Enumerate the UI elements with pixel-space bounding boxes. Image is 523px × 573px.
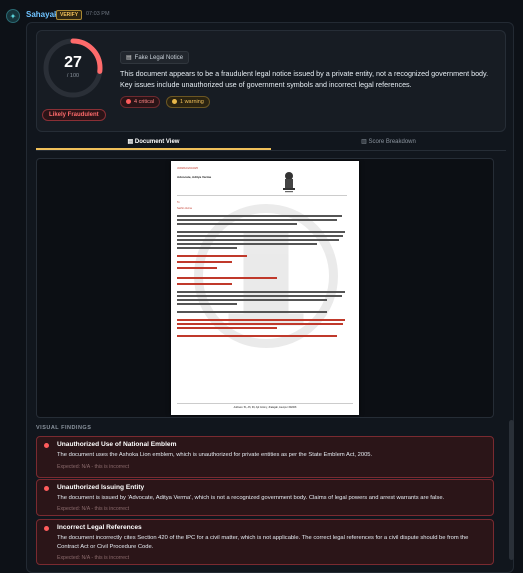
tab-label: Score Breakdown xyxy=(368,139,416,145)
finding-body: The document uses the Ashoka Lion emblem… xyxy=(57,452,373,458)
verdict-badge: Likely Fraudulent xyxy=(42,109,106,121)
verify-badge: VERIFY xyxy=(56,10,83,20)
category-tag: ▤ Fake Legal Notice xyxy=(120,51,190,64)
app-name: Sahayak xyxy=(26,10,59,19)
finding-expected: Expected: N/A - this is incorrect xyxy=(57,555,130,561)
warning-count-label: 1 warning xyxy=(180,99,204,105)
critical-dot-icon xyxy=(44,486,49,491)
critical-dot-icon xyxy=(44,443,49,448)
warning-dot-icon xyxy=(172,99,177,104)
doc-reference: VARMA/01/02/2025 xyxy=(177,167,198,170)
finding-card[interactable]: Incorrect Legal References The document … xyxy=(36,519,494,565)
doc-text-line xyxy=(177,299,327,301)
summary-description: This document appears to be a fraudulent… xyxy=(120,69,489,89)
doc-text-line xyxy=(177,243,317,245)
finding-expected: Expected: N/A - this is incorrect xyxy=(57,464,130,470)
doc-text-line xyxy=(177,247,237,249)
finding-card[interactable]: Unauthorized Use of National Emblem The … xyxy=(36,436,494,478)
doc-text-line xyxy=(177,295,342,297)
doc-footer-address: Address: 51, A5, 99, Ajit Colony, Jhalag… xyxy=(233,406,297,409)
score-value: 27 xyxy=(64,54,82,71)
message-time: 07:03 PM xyxy=(86,11,110,17)
doc-text-line xyxy=(177,319,345,321)
panel-scrollbar[interactable] xyxy=(509,420,514,560)
tab-label: Document View xyxy=(134,139,180,145)
document-icon: ▤ xyxy=(127,139,135,145)
category-label: Fake Legal Notice xyxy=(134,55,184,61)
doc-footer-divider xyxy=(177,403,353,404)
finding-body: The document incorrectly cites Section 4… xyxy=(57,535,469,550)
doc-text-line xyxy=(177,255,247,257)
doc-text-line xyxy=(177,231,345,233)
finding-title: Unauthorized Issuing Entity xyxy=(57,484,145,491)
findings-section-title: VISUAL FINDINGS xyxy=(36,425,92,431)
doc-divider xyxy=(177,195,347,196)
doc-text-line xyxy=(177,335,337,337)
doc-text-line xyxy=(177,291,345,293)
document-icon: ▤ xyxy=(126,55,132,61)
doc-text-line xyxy=(177,267,217,269)
doc-text-line xyxy=(177,327,277,329)
doc-text-line xyxy=(177,277,277,279)
doc-text-line xyxy=(177,219,337,221)
sahayak-logo-icon: ✦ xyxy=(6,9,20,23)
critical-dot-icon xyxy=(44,526,49,531)
finding-card[interactable]: Unauthorized Issuing Entity The document… xyxy=(36,479,494,516)
finding-title: Unauthorized Use of National Emblem xyxy=(57,441,177,448)
document-page-image: VARMA/01/02/2025 Advocate, Aditya Varma … xyxy=(171,161,359,415)
doc-text-line xyxy=(177,323,343,325)
score-max: / 100 xyxy=(66,73,80,79)
document-viewer[interactable]: VARMA/01/02/2025 Advocate, Aditya Varma … xyxy=(36,158,494,418)
critical-count-badge: 4 critical xyxy=(120,96,161,108)
critical-dot-icon xyxy=(126,99,131,104)
doc-text-line xyxy=(177,303,237,305)
doc-sender: Advocate, Aditya Varma xyxy=(177,175,212,179)
doc-salutation: Sachin Verma xyxy=(177,207,192,210)
doc-text-line xyxy=(177,215,342,217)
doc-to: To xyxy=(177,201,180,204)
ashoka-emblem-icon xyxy=(283,172,295,193)
finding-body: The document is issued by 'Advocate, Adi… xyxy=(57,495,445,501)
doc-text-line xyxy=(177,311,327,313)
view-tabs: ▤ Document View ▥ Score Breakdown xyxy=(36,136,506,151)
doc-text-line xyxy=(177,283,232,285)
doc-text-line xyxy=(177,235,343,237)
doc-text-line xyxy=(177,223,297,225)
finding-expected: Expected: N/A - this is incorrect xyxy=(57,506,130,512)
warning-count-badge: 1 warning xyxy=(166,96,210,108)
critical-count-label: 4 critical xyxy=(134,99,155,105)
tab-score-breakdown[interactable]: ▥ Score Breakdown xyxy=(271,136,506,150)
doc-text-line xyxy=(177,239,339,241)
tab-document-view[interactable]: ▤ Document View xyxy=(36,136,271,150)
finding-title: Incorrect Legal References xyxy=(57,524,142,531)
doc-text-line xyxy=(177,261,232,263)
